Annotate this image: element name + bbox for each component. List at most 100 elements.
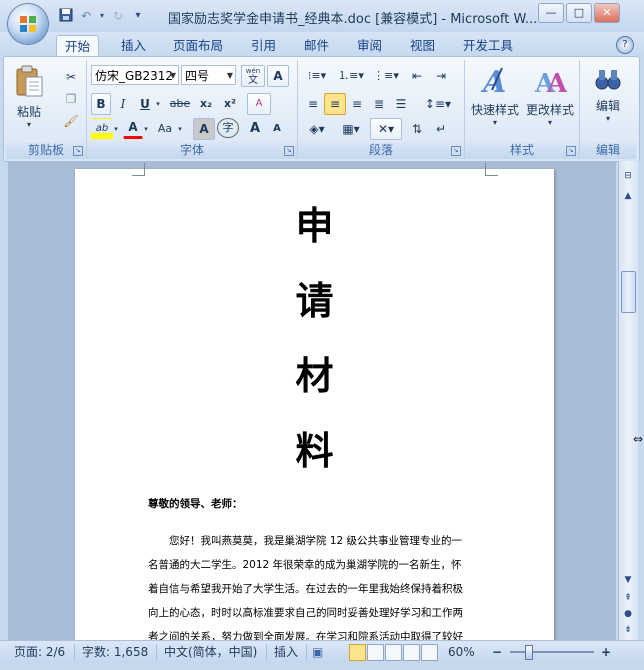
paragraph-line: 着自信与希望我开始了大学生活。在过去的一年里我始终保持着积极: [148, 583, 463, 595]
outline-view-icon[interactable]: [403, 644, 420, 661]
page-count[interactable]: 页面: 2/6: [14, 644, 65, 660]
save-icon[interactable]: [58, 8, 74, 24]
tab-mailings[interactable]: 邮件: [296, 35, 337, 56]
subscript-button[interactable]: x₂: [195, 93, 217, 115]
editing-button[interactable]: 编辑 ▾: [588, 64, 628, 123]
shading-icon[interactable]: ◈▾: [302, 118, 332, 140]
undo-dropdown-icon[interactable]: ▾: [98, 8, 106, 24]
bullets-icon[interactable]: ⁝≡▾: [302, 65, 332, 87]
align-left-icon[interactable]: ≡: [302, 93, 324, 115]
bold-button[interactable]: B: [91, 93, 111, 115]
window-title: 国家励志奖学金申请书_经典本.doc [兼容模式] - Microsoft W.…: [168, 12, 538, 27]
strikethrough-button[interactable]: abe: [167, 93, 193, 115]
font-size-combo[interactable]: 四号 ▼: [181, 65, 236, 85]
shrink-font-button[interactable]: A: [267, 118, 287, 140]
insert-mode[interactable]: 插入: [274, 644, 298, 660]
enclose-characters-button[interactable]: 字: [217, 118, 239, 138]
underline-dropdown-icon[interactable]: ▾: [153, 93, 163, 115]
undo-icon[interactable]: ↶: [78, 8, 94, 24]
asian-layout-icon[interactable]: ✕▾: [370, 118, 402, 140]
scroll-thumb[interactable]: [621, 271, 636, 313]
change-case-dropdown-icon[interactable]: ▾: [175, 118, 185, 140]
tab-references[interactable]: 引用: [243, 35, 284, 56]
font-name-combo[interactable]: 仿宋_GB2312 ▼: [91, 65, 179, 85]
title-bar: ↶ ▾ ↻ ▾ 国家励志奖学金申请书_经典本.doc [兼容模式] - Micr…: [0, 0, 644, 33]
binoculars-icon: [595, 70, 621, 90]
character-border-button[interactable]: A: [267, 65, 289, 87]
close-button[interactable]: ✕: [594, 3, 620, 23]
minimize-button[interactable]: —: [538, 3, 564, 23]
language[interactable]: 中文(简体，中国): [164, 644, 257, 660]
zoom-level[interactable]: 60%: [448, 644, 475, 660]
web-layout-icon[interactable]: [385, 644, 402, 661]
document-area[interactable]: 申 请 材 料 尊敬的领导、老师： 您好！我叫燕莫莫，我是巢湖学院 12 级公共…: [8, 161, 616, 640]
highlight-dropdown-icon[interactable]: ▾: [111, 118, 121, 140]
align-center-icon[interactable]: ≡: [324, 93, 346, 115]
document-page[interactable]: 申 请 材 料 尊敬的领导、老师： 您好！我叫燕莫莫，我是巢湖学院 12 级公共…: [75, 163, 554, 640]
zoom-in-button[interactable]: +: [601, 644, 611, 660]
numbering-icon[interactable]: ⒈≡▾: [336, 65, 366, 87]
copy-icon[interactable]: ❐: [60, 88, 82, 110]
line-spacing-icon[interactable]: ↕≡▾: [422, 93, 454, 115]
paste-dropdown-icon: ▾: [26, 120, 31, 129]
clear-formatting-button[interactable]: A: [247, 93, 271, 115]
highlight-button[interactable]: ab: [91, 118, 113, 140]
justify-icon[interactable]: ≣: [368, 93, 390, 115]
decrease-indent-icon[interactable]: ⇤: [406, 65, 428, 87]
scroll-up-icon[interactable]: ▲: [621, 191, 635, 201]
clipboard-launcher-icon[interactable]: ↘: [73, 146, 83, 156]
change-styles-icon: A A: [534, 69, 568, 99]
tab-insert[interactable]: 插入: [113, 35, 154, 56]
scroll-down-icon[interactable]: ▼: [621, 575, 635, 585]
tab-page-layout[interactable]: 页面布局: [165, 35, 231, 56]
change-case-button[interactable]: Aa: [153, 118, 177, 140]
paragraph-launcher-icon[interactable]: ↘: [451, 146, 461, 156]
font-name-value: 仿宋_GB2312: [95, 69, 174, 83]
redo-icon[interactable]: ↻: [110, 8, 126, 24]
font-group: 仿宋_GB2312 ▼ 四号 ▼ wén 文 A B I U ▾ abe x₂ …: [87, 60, 298, 159]
underline-button[interactable]: U: [135, 93, 155, 115]
word-count[interactable]: 字数: 1,658: [82, 644, 148, 660]
vertical-scrollbar[interactable]: ⊟ ▲ ▼ ⇞ ● ⇟: [618, 161, 638, 640]
borders-icon[interactable]: ▦▾: [336, 118, 366, 140]
office-button[interactable]: [8, 4, 48, 44]
customize-qat-button[interactable]: ▾: [130, 8, 146, 24]
multilevel-list-icon[interactable]: ⋮≡▾: [370, 65, 402, 87]
maximize-button[interactable]: □: [566, 3, 592, 23]
font-color-dropdown-icon[interactable]: ▾: [141, 118, 151, 140]
grow-font-button[interactable]: A: [245, 118, 265, 140]
sort-icon[interactable]: ⇅: [406, 118, 428, 140]
tab-review[interactable]: 审阅: [349, 35, 390, 56]
font-launcher-icon[interactable]: ↘: [284, 146, 294, 156]
increase-indent-icon[interactable]: ⇥: [430, 65, 452, 87]
phonetic-guide-button[interactable]: wén 文: [241, 65, 265, 87]
zoom-slider-knob[interactable]: [525, 645, 533, 660]
help-icon[interactable]: ?: [616, 36, 634, 54]
tab-developer[interactable]: 开发工具: [455, 35, 521, 56]
quick-styles-button[interactable]: A 快速样式 ▾: [469, 64, 521, 127]
character-shading-button[interactable]: A: [193, 118, 215, 140]
font-color-button[interactable]: A: [123, 118, 143, 139]
format-painter-icon[interactable]: 🖌: [60, 110, 82, 132]
zoom-slider-track[interactable]: [510, 651, 594, 653]
italic-button[interactable]: I: [113, 93, 133, 115]
previous-page-icon[interactable]: ⇞: [621, 593, 635, 603]
next-page-icon[interactable]: ⇟: [621, 625, 635, 635]
styles-launcher-icon[interactable]: ↘: [566, 146, 576, 156]
paste-button[interactable]: 粘贴 ▾: [12, 64, 46, 134]
browse-object-icon[interactable]: ●: [621, 609, 635, 619]
show-marks-icon[interactable]: ↵: [430, 118, 452, 140]
ruler-toggle-icon[interactable]: ⊟: [621, 171, 635, 181]
tab-view[interactable]: 视图: [402, 35, 443, 56]
print-layout-view-icon[interactable]: [349, 644, 366, 661]
macro-record-icon[interactable]: ▣: [312, 644, 323, 660]
align-right-icon[interactable]: ≡: [346, 93, 368, 115]
distributed-icon[interactable]: ☰: [390, 93, 412, 115]
superscript-button[interactable]: x²: [219, 93, 241, 115]
draft-view-icon[interactable]: [421, 644, 438, 661]
full-screen-reading-icon[interactable]: [367, 644, 384, 661]
cut-icon[interactable]: ✂: [60, 66, 82, 88]
change-styles-button[interactable]: A A 更改样式 ▾: [523, 64, 577, 127]
tab-home[interactable]: 开始: [56, 35, 100, 57]
zoom-out-button[interactable]: −: [492, 644, 502, 660]
